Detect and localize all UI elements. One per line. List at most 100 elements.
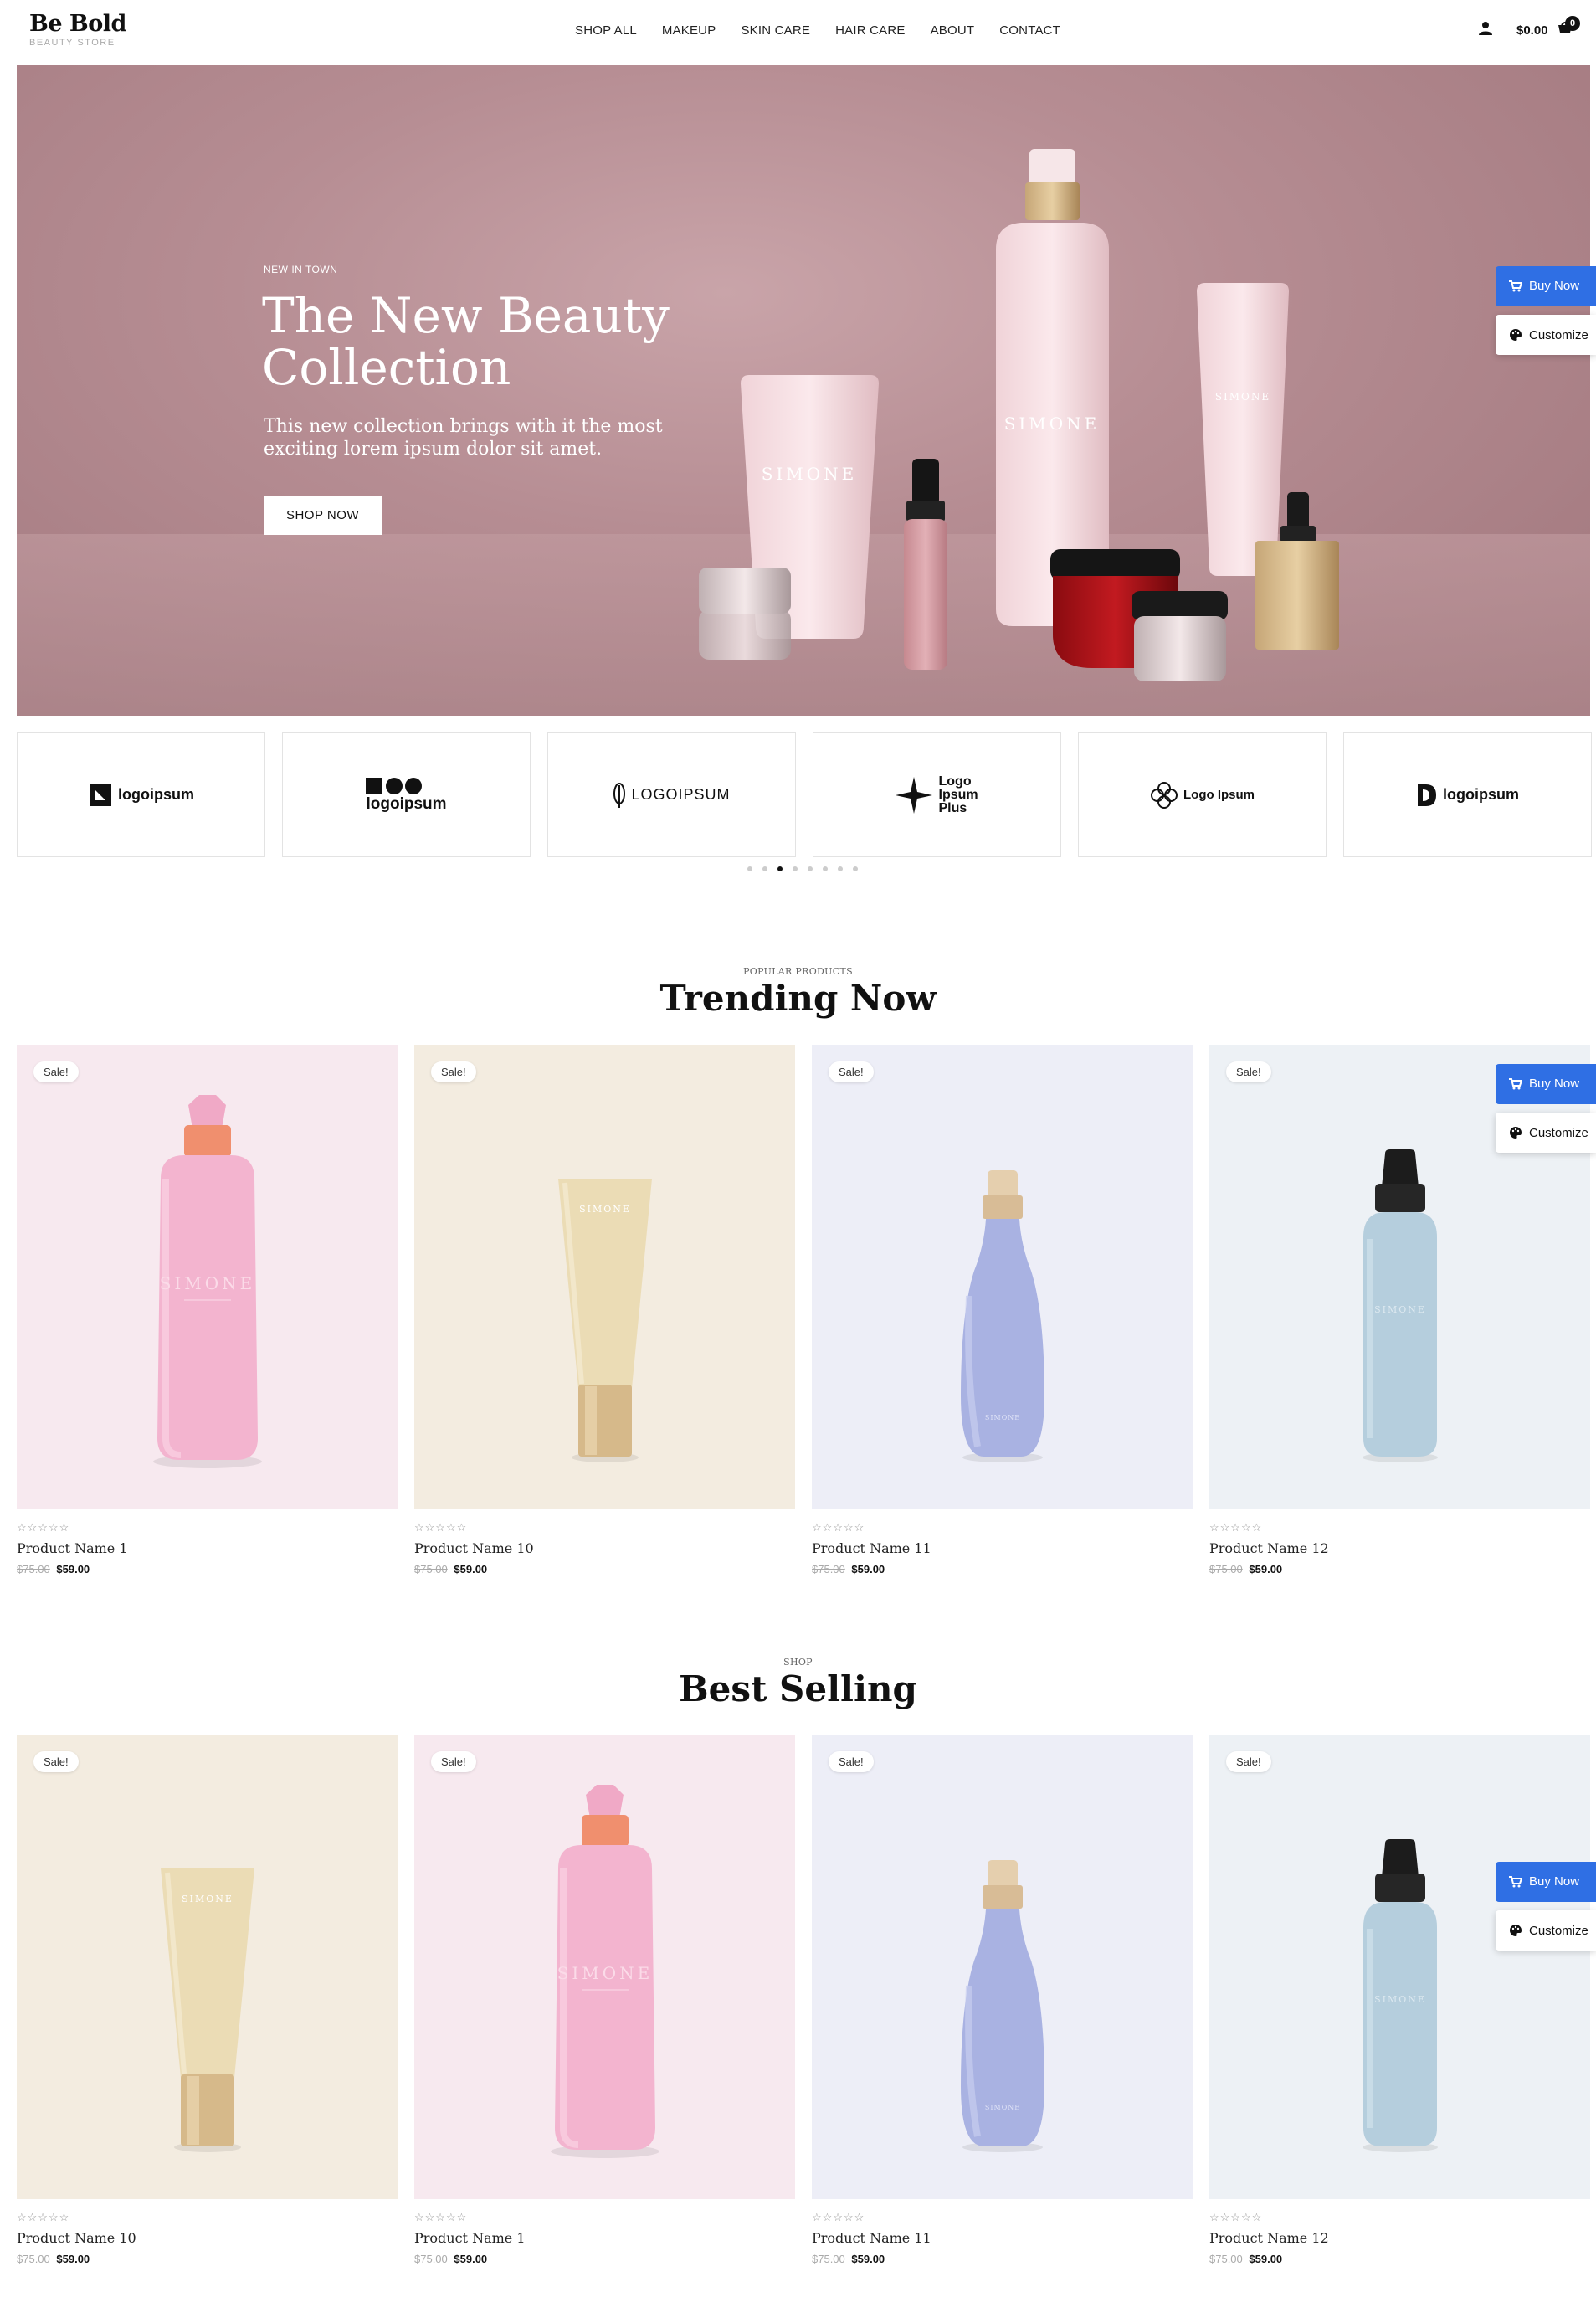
customize-label: Customize <box>1529 1923 1588 1938</box>
rating-stars-icon: ☆☆☆☆☆ <box>17 2211 70 2223</box>
cart-icon <box>1509 1078 1522 1090</box>
carousel-dot[interactable] <box>838 866 843 871</box>
svg-text:SIMONE: SIMONE <box>762 464 858 484</box>
palette-icon <box>1510 1127 1522 1139</box>
old-price: $75.00 <box>414 1563 448 1575</box>
product-name[interactable]: Product Name 10 <box>414 1540 795 1556</box>
product-name[interactable]: Product Name 11 <box>812 1540 1193 1556</box>
best-selling-title: Best Selling <box>679 1668 917 1709</box>
site-logo[interactable]: Be Bold BEAUTY STORE <box>29 12 126 49</box>
product-image[interactable]: SIMONE Sale! <box>414 1045 795 1509</box>
product-name[interactable]: Product Name 10 <box>17 2230 398 2246</box>
brand-logo-text: LOGOIPSUM <box>631 786 731 803</box>
trending-kicker: POPULAR PRODUCTS <box>743 966 853 977</box>
sale-price: $59.00 <box>454 1563 488 1575</box>
hero-description: This new collection brings with it the m… <box>264 416 663 460</box>
customize-button[interactable]: Customize <box>1496 1910 1596 1951</box>
product-name[interactable]: Product Name 12 <box>1209 1540 1590 1556</box>
old-price: $75.00 <box>17 2253 50 2265</box>
brand-logo-4[interactable]: Logo Ipsum Plus <box>813 732 1061 857</box>
product-price: $75.00 $59.00 <box>414 1563 795 1575</box>
flower-logo-icon <box>1151 781 1178 809</box>
svg-text:SIMONE: SIMONE <box>557 1963 654 1983</box>
hero-kicker: NEW IN TOWN <box>264 264 338 275</box>
rating-stars-icon: ☆☆☆☆☆ <box>812 2211 865 2223</box>
brand-logo-6[interactable]: logoipsum <box>1343 732 1592 857</box>
svg-text:SIMONE: SIMONE <box>182 1894 233 1904</box>
product-image[interactable]: SIMONE Sale! <box>812 1045 1193 1509</box>
buy-now-label: Buy Now <box>1529 1874 1580 1889</box>
shapes-logo-icon <box>366 777 423 794</box>
palette-icon <box>1510 329 1522 341</box>
product-price: $75.00 $59.00 <box>812 2253 1193 2265</box>
product-card[interactable]: SIMONE Sale! ☆☆☆☆☆ Product Name 11 $75.0… <box>812 1045 1193 1575</box>
nav-shop-all[interactable]: SHOP ALL <box>575 23 637 38</box>
nav-contact[interactable]: CONTACT <box>999 23 1060 38</box>
product-card[interactable]: SIMONE Sale! ☆☆☆☆☆ Product Name 11 $75.0… <box>812 1735 1193 2265</box>
cart-total[interactable]: $0.00 <box>1516 23 1548 38</box>
svg-text:SIMONE: SIMONE <box>1004 414 1101 434</box>
nav-hair-care[interactable]: HAIR CARE <box>835 23 905 38</box>
buy-now-label: Buy Now <box>1529 1077 1580 1091</box>
carousel-dot[interactable] <box>808 866 813 871</box>
product-image[interactable]: SIMONE Sale! <box>812 1735 1193 2199</box>
customize-button[interactable]: Customize <box>1496 1113 1596 1153</box>
carousel-dot[interactable] <box>777 866 783 871</box>
carousel-dot[interactable] <box>747 866 752 871</box>
product-price: $75.00 $59.00 <box>1209 1563 1590 1575</box>
palette-icon <box>1510 1925 1522 1936</box>
sale-price: $59.00 <box>1249 2253 1283 2265</box>
product-price: $75.00 $59.00 <box>812 1563 1193 1575</box>
brand-logo-2[interactable]: logoipsum <box>282 732 531 857</box>
best-selling-kicker: SHOP <box>783 1657 813 1668</box>
product-name[interactable]: Product Name 11 <box>812 2230 1193 2246</box>
d-logo-icon <box>1418 784 1436 806</box>
product-image[interactable]: SIMONE Sale! <box>17 1045 398 1509</box>
product-name[interactable]: Product Name 1 <box>414 2230 795 2246</box>
carousel-dot[interactable] <box>793 866 798 871</box>
rating-stars-icon: ☆☆☆☆☆ <box>17 1521 70 1534</box>
old-price: $75.00 <box>17 1563 50 1575</box>
product-image[interactable]: SIMONE Sale! <box>17 1735 398 2199</box>
product-card[interactable]: SIMONE Sale! ☆☆☆☆☆ Product Name 1 $75.00… <box>414 1735 795 2265</box>
svg-text:SIMONE: SIMONE <box>985 1414 1020 1421</box>
brand-logo-3[interactable]: LOGOIPSUM <box>547 732 796 857</box>
carousel-dots <box>747 866 858 871</box>
nav-skin-care[interactable]: SKIN CARE <box>741 23 810 38</box>
buy-now-button[interactable]: Buy Now <box>1496 1862 1596 1902</box>
old-price: $75.00 <box>812 2253 845 2265</box>
carousel-dot[interactable] <box>762 866 767 871</box>
product-card[interactable]: SIMONE Sale! ☆☆☆☆☆ Product Name 10 $75.0… <box>17 1735 398 2265</box>
sale-badge: Sale! <box>33 1751 79 1772</box>
product-card[interactable]: SIMONE Sale! ☆☆☆☆☆ Product Name 12 $75.0… <box>1209 1735 1590 2265</box>
old-price: $75.00 <box>414 2253 448 2265</box>
cart-icon <box>1509 280 1522 292</box>
nav-makeup[interactable]: MAKEUP <box>662 23 716 38</box>
shop-now-button[interactable]: SHOP NOW <box>264 496 382 535</box>
product-card[interactable]: SIMONE Sale! ☆☆☆☆☆ Product Name 1 $75.00… <box>17 1045 398 1575</box>
customize-button[interactable]: Customize <box>1496 315 1596 355</box>
nav-about[interactable]: ABOUT <box>931 23 975 38</box>
carousel-dot[interactable] <box>853 866 858 871</box>
product-card[interactable]: SIMONE Sale! ☆☆☆☆☆ Product Name 10 $75.0… <box>414 1045 795 1575</box>
brand-logo-text: logoipsum <box>366 794 447 813</box>
sale-badge: Sale! <box>1226 1751 1271 1772</box>
carousel-dot[interactable] <box>823 866 828 871</box>
user-icon[interactable] <box>1478 21 1493 36</box>
old-price: $75.00 <box>1209 2253 1243 2265</box>
sale-badge: Sale! <box>431 1751 476 1772</box>
old-price: $75.00 <box>812 1563 845 1575</box>
product-image[interactable]: SIMONE Sale! <box>1209 1735 1590 2199</box>
brand-logo-5[interactable]: Logo Ipsum <box>1078 732 1327 857</box>
sale-price: $59.00 <box>851 2253 885 2265</box>
product-name[interactable]: Product Name 12 <box>1209 2230 1590 2246</box>
product-name[interactable]: Product Name 1 <box>17 1540 398 1556</box>
buy-now-button[interactable]: Buy Now <box>1496 1064 1596 1104</box>
product-image[interactable]: SIMONE Sale! <box>414 1735 795 2199</box>
buy-now-button[interactable]: Buy Now <box>1496 266 1596 306</box>
brand-logo-1[interactable]: logoipsum <box>17 732 265 857</box>
customize-label: Customize <box>1529 327 1588 342</box>
svg-text:SIMONE: SIMONE <box>1374 1304 1426 1315</box>
rating-stars-icon: ☆☆☆☆☆ <box>1209 2211 1263 2223</box>
sale-badge: Sale! <box>829 1751 874 1772</box>
